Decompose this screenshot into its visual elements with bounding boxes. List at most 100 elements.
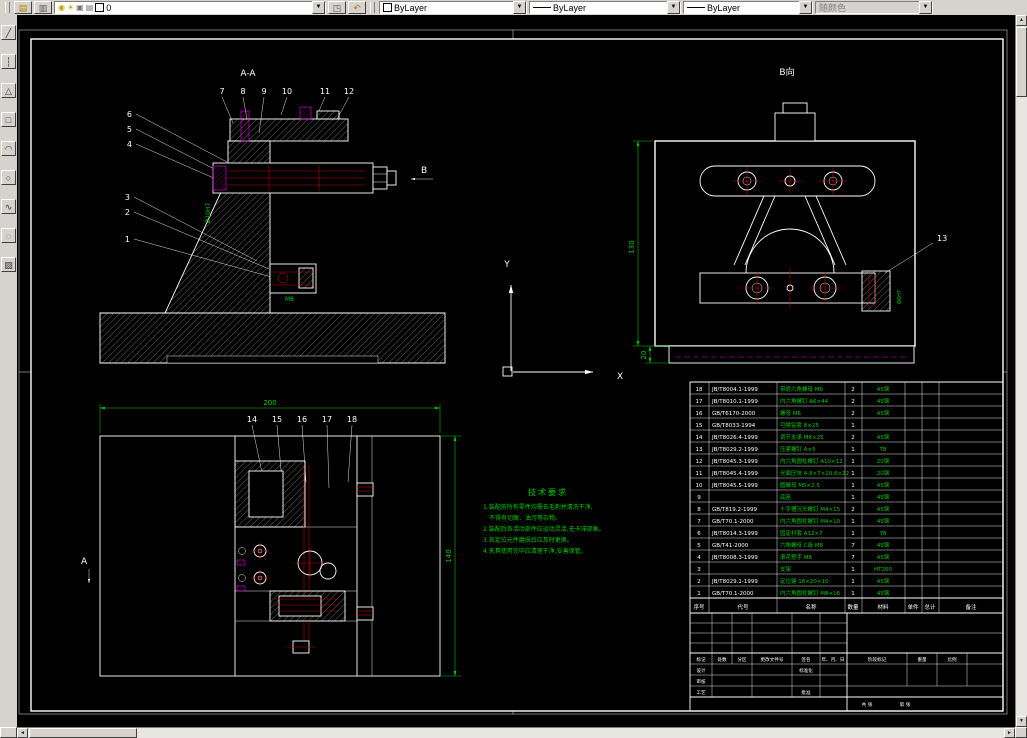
bom-cell-qty: 1 [851, 495, 855, 501]
bom-cell-no: 16 [696, 411, 703, 417]
vertical-scrollbar[interactable]: ▲ ▼ [1015, 15, 1027, 727]
callout-number: 3 [125, 193, 130, 202]
tech-note-line: 不得有切屑、油污等杂物。 [489, 514, 561, 522]
layer-states-button[interactable]: ▥ [34, 1, 52, 14]
bom-cell-qty: 2 [851, 411, 855, 417]
scroll-right-button[interactable]: ► [1004, 728, 1015, 738]
side-bracket [861, 270, 891, 312]
chevron-down-icon[interactable]: ▼ [667, 1, 680, 14]
titleblock-label: 处数 [717, 656, 727, 663]
ucs-icon: Y X [502, 260, 623, 382]
cad-drawing: A-A 7 8 9 10 11 12 6 5 4 3 2 1 Ø10H7 M8 … [18, 29, 1008, 715]
base-plate [99, 312, 446, 364]
chevron-down-icon[interactable]: ▼ [799, 1, 812, 14]
scrollbar-corner [1015, 727, 1027, 738]
section-marker-label: A [81, 557, 88, 567]
draw-tool-button[interactable]: ◠ [1, 141, 16, 156]
draw-tool-button[interactable]: ┆ [1, 54, 16, 69]
bom-header: 代号 [737, 603, 749, 611]
lineweight-combo[interactable]: ByLayer ▼ [683, 1, 813, 14]
bom-cell-name: 压紧螺钉 A×5 [780, 445, 816, 453]
bom-cell-qty: 1 [851, 579, 855, 585]
screw [299, 106, 312, 120]
layer-previous-button[interactable]: ↶ [348, 1, 366, 14]
bom-cell-material: 45钢 [877, 553, 890, 561]
dim-text: 140 [445, 549, 453, 562]
layers-icon: ▤ [18, 2, 28, 13]
titleblock-label: 比例 [947, 656, 957, 663]
make-object-layer-current-button[interactable]: ◳ [328, 1, 346, 14]
draw-tool-icon: ◠ [4, 143, 13, 154]
linetype-combo[interactable]: ByLayer ▼ [529, 1, 681, 14]
toolbar-grip[interactable] [5, 2, 10, 13]
callout-number: 18 [347, 415, 357, 424]
bom-header: 材料 [877, 603, 889, 611]
color-combo[interactable]: ByLayer ▼ [379, 1, 527, 14]
chevron-down-icon[interactable]: ▼ [312, 1, 325, 14]
bom-cell-material: HT200 [874, 567, 892, 573]
bom-cell-name: 六角螺母 C级 M6 [780, 541, 824, 549]
color-swatch [383, 3, 392, 12]
bom-cell-name: 内六角圆柱螺钉 M4×10 [780, 517, 841, 525]
bom-cell-no: 15 [696, 423, 703, 429]
scroll-up-button[interactable]: ▲ [1016, 15, 1027, 26]
lineweight-value: ByLayer [707, 2, 741, 13]
bom-cell-material: 45钢 [877, 385, 890, 393]
tech-note-line: 2.装配后各活动部件应运动灵活,无卡滞现象。 [483, 525, 605, 533]
draw-tool-button[interactable]: ▨ [1, 257, 16, 272]
layer-previous-icon: ↶ [353, 2, 361, 13]
bom-cell-code: GB/T41-2000 [712, 543, 749, 549]
draw-tool-button[interactable]: ○ [1, 170, 16, 185]
titleblock-label: 共 张 [862, 701, 873, 708]
make-current-icon: ◳ [332, 2, 342, 13]
bom-cell-material: 45钢 [877, 589, 890, 597]
toolbar-grip[interactable] [370, 2, 375, 13]
bom-cell-code: JB/T8045.5-1999 [711, 483, 758, 489]
bom-cell-material: 20钢 [877, 457, 890, 465]
draw-tool-button[interactable]: ╱ [1, 25, 16, 40]
lineweight-sample [687, 7, 705, 8]
draw-tool-icon: ∿ [4, 201, 13, 212]
titleblock-label: 审核 [696, 678, 706, 685]
bom-cell-no: 2 [697, 579, 701, 585]
bom-cell-material: 45钢 [877, 493, 890, 501]
callout-number: 4 [127, 140, 132, 149]
scroll-left-button[interactable]: ◄ [17, 728, 28, 738]
layer-properties-button[interactable]: ▤ [14, 1, 32, 14]
drawing-canvas[interactable]: A-A 7 8 9 10 11 12 6 5 4 3 2 1 Ø10H7 M8 … [17, 15, 1015, 727]
horizontal-scrollbar-thumb[interactable] [29, 728, 137, 738]
scrollbar-corner [0, 727, 17, 738]
bom-header: 备注 [965, 603, 977, 611]
bom-cell-no: 6 [697, 531, 701, 537]
dim-text: 130 [628, 240, 636, 253]
titleblock-label: 标记 [696, 656, 706, 663]
bom-cell-no: 8 [697, 507, 701, 513]
callout-number: 12 [344, 87, 354, 96]
titleblock-label: 阶段标记 [868, 656, 887, 663]
section-label: A-A [240, 69, 256, 79]
draw-tool-button[interactable]: □ [1, 112, 16, 127]
bom-cell-material: 20钢 [877, 469, 890, 477]
draw-tool-button[interactable]: △ [1, 83, 16, 98]
vertical-scrollbar-thumb[interactable] [1016, 27, 1027, 97]
layer-plot-icon: ▤ [85, 2, 94, 12]
horizontal-scrollbar[interactable]: ◄ ► [17, 727, 1015, 738]
callout-number: 15 [272, 415, 282, 424]
bom-cell-material: 45钢 [877, 577, 890, 585]
titleblock-label: 签名 [801, 656, 810, 663]
layer-combo[interactable]: ◉ ☀ ▣ ▤ 0 ▼ [54, 1, 326, 14]
bom-cell-code: GB/T6170-2000 [712, 411, 756, 417]
chevron-down-icon[interactable]: ▼ [513, 1, 526, 14]
draw-tool-icon: ○ [5, 172, 12, 183]
screw [240, 110, 250, 142]
callout-number: 17 [322, 415, 332, 424]
draw-tool-button[interactable]: ∿ [1, 199, 16, 214]
bom-cell-code: JB/T8045.3-1999 [711, 459, 758, 465]
layer-on-icon: ◉ [58, 2, 65, 12]
plot-style-combo: 随颜色 ▼ [815, 1, 933, 14]
scroll-down-button[interactable]: ▼ [1016, 716, 1027, 727]
layer-name: 0 [106, 2, 112, 13]
draw-tool-button[interactable]: ◌ [1, 228, 16, 243]
callout-number: 16 [297, 415, 307, 424]
bom-cell-material: 45钢 [877, 397, 890, 405]
